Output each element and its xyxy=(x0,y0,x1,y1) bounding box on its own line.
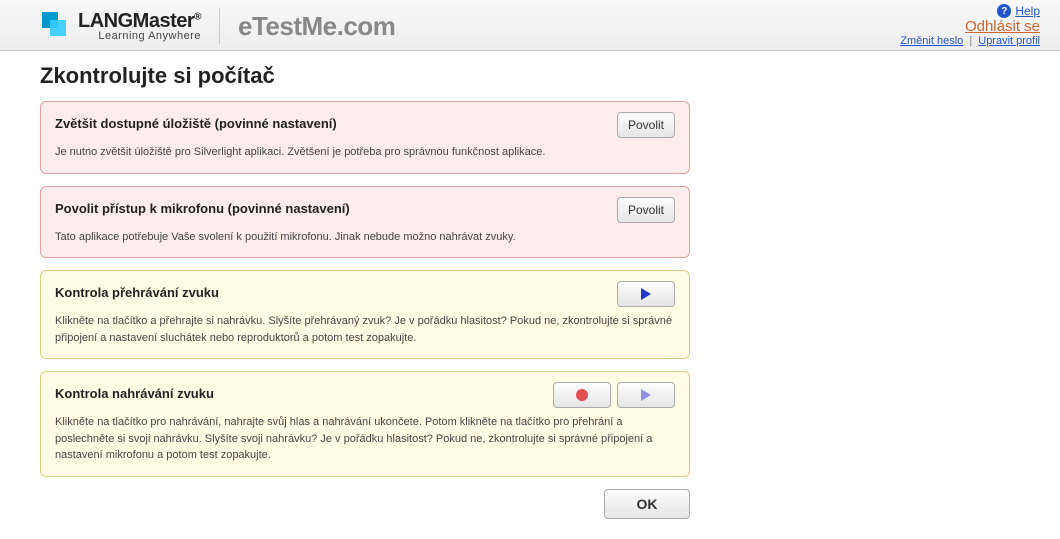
logo-text: LANGMaster® Learning Anywhere xyxy=(78,11,201,42)
play-sound-button[interactable] xyxy=(617,281,675,307)
main-content: Zkontrolujte si počítač Zvětšit dostupné… xyxy=(0,51,1060,539)
header-links: ? Help Odhlásit se Změnit heslo | Upravi… xyxy=(900,4,1040,47)
panel-storage-title: Zvětšit dostupné úložiště (povinné nasta… xyxy=(55,112,337,131)
play-icon xyxy=(641,389,651,401)
record-button[interactable] xyxy=(553,382,611,408)
panel-storage-body: Je nutno zvětšit úložiště pro Silverligh… xyxy=(55,144,675,161)
logo[interactable]: LANGMaster® Learning Anywhere xyxy=(40,10,201,42)
play-icon xyxy=(641,288,651,300)
ok-button[interactable]: OK xyxy=(604,489,690,519)
logo-main-text: LANGMaster xyxy=(78,10,194,32)
header: LANGMaster® Learning Anywhere eTestMe.co… xyxy=(0,0,1060,51)
help-link[interactable]: Help xyxy=(1015,4,1040,18)
record-icon xyxy=(576,389,588,401)
logout-link[interactable]: Odhlásit se xyxy=(965,18,1040,35)
allow-storage-button[interactable]: Povolit xyxy=(617,112,675,138)
panel-playback-title: Kontrola přehrávání zvuku xyxy=(55,281,219,300)
logo-subtitle: Learning Anywhere xyxy=(78,30,201,42)
link-separator: | xyxy=(969,35,972,47)
panel-recording-body: Klikněte na tlačítko pro nahrávání, nahr… xyxy=(55,414,675,464)
panel-microphone-body: Tato aplikace potřebuje Vaše svolení k p… xyxy=(55,229,675,246)
registered-symbol: ® xyxy=(194,11,201,22)
panel-playback-body: Klikněte na tlačítko a přehrajte si nahr… xyxy=(55,313,675,346)
edit-profile-link[interactable]: Upravit profil xyxy=(978,35,1040,47)
panel-recording: Kontrola nahrávání zvuku Klikněte na tla… xyxy=(40,371,690,477)
panel-microphone-title: Povolit přístup k mikrofonu (povinné nas… xyxy=(55,197,350,216)
panel-recording-title: Kontrola nahrávání zvuku xyxy=(55,382,214,401)
change-password-link[interactable]: Změnit heslo xyxy=(900,35,963,47)
page-title: Zkontrolujte si počítač xyxy=(40,63,690,89)
header-divider xyxy=(219,8,220,44)
allow-microphone-button[interactable]: Povolit xyxy=(617,197,675,223)
langmaster-logo-icon xyxy=(40,10,72,42)
panel-microphone: Povolit přístup k mikrofonu (povinné nas… xyxy=(40,186,690,259)
panel-storage: Zvětšit dostupné úložiště (povinné nasta… xyxy=(40,101,690,174)
brand-title: eTestMe.com xyxy=(238,11,395,42)
help-icon: ? xyxy=(997,4,1011,18)
panel-playback: Kontrola přehrávání zvuku Klikněte na tl… xyxy=(40,270,690,359)
play-recording-button[interactable] xyxy=(617,382,675,408)
